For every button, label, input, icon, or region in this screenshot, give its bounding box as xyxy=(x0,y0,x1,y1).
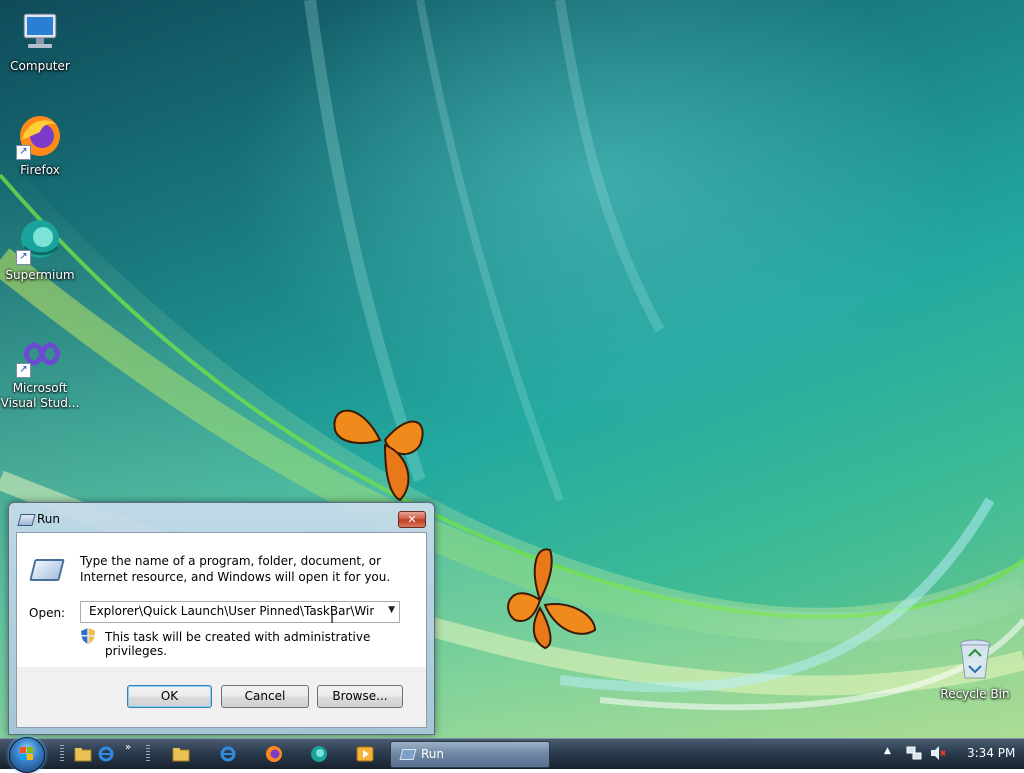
quick-launch-more-button[interactable]: » xyxy=(125,742,131,753)
dialog-content-area: Type the name of a program, folder, docu… xyxy=(17,533,426,667)
firefox-icon[interactable] xyxy=(265,745,283,763)
dropdown-arrow-icon[interactable]: ▼ xyxy=(388,605,395,615)
desktop-icon-label: Recycle Bin xyxy=(940,687,1010,701)
desktop-icon-label: Supermium xyxy=(5,268,75,282)
desktop-icon-computer[interactable]: Computer xyxy=(0,8,80,74)
supermium-icon: ↗ xyxy=(16,217,64,265)
desktop-icon-label: Firefox xyxy=(20,163,60,177)
explorer-icon[interactable] xyxy=(172,745,190,763)
internet-explorer-icon[interactable] xyxy=(97,745,115,763)
taskbar-button-run[interactable]: Run xyxy=(390,741,550,768)
dialog-description: Type the name of a program, folder, docu… xyxy=(80,554,391,584)
windows-logo-icon xyxy=(20,747,33,760)
toolbar-grip[interactable] xyxy=(146,745,150,763)
taskbar-button-label: Run xyxy=(421,747,445,761)
desktop-icon-visual-studio[interactable]: ↗ Microsoft Visual Stud... xyxy=(0,330,80,411)
volume-muted-icon[interactable] xyxy=(930,745,946,761)
desktop-icon-label: Microsoft Visual Stud... xyxy=(0,381,80,410)
shortcut-arrow-icon: ↗ xyxy=(16,145,31,160)
shortcut-arrow-icon: ↗ xyxy=(16,250,31,265)
desktop-icon-recycle-bin[interactable]: Recycle Bin xyxy=(935,636,1015,702)
run-icon xyxy=(17,514,36,526)
media-player-icon[interactable] xyxy=(356,745,374,763)
supermium-icon[interactable] xyxy=(310,745,328,763)
desktop-icon-firefox[interactable]: ↗ Firefox xyxy=(0,112,80,178)
firefox-icon: ↗ xyxy=(16,112,64,160)
browse-button[interactable]: Browse... xyxy=(317,685,403,708)
dialog-title: Run xyxy=(37,512,61,526)
uac-shield-icon xyxy=(81,628,95,644)
admin-privileges-note: This task will be created with administr… xyxy=(105,630,371,658)
dialog-body: Type the name of a program, folder, docu… xyxy=(16,532,427,728)
run-program-icon xyxy=(29,559,65,581)
recycle-bin-icon xyxy=(951,636,999,684)
tray-expand-button[interactable]: ▲ xyxy=(884,746,891,756)
open-label: Open: xyxy=(29,606,66,620)
desktop-icon-supermium[interactable]: ↗ Supermium xyxy=(0,217,80,283)
desktop-icon-label: Computer xyxy=(10,59,70,73)
text-cursor-icon: I xyxy=(330,611,335,627)
taskbar: » Run ▲ 3:34 PM xyxy=(0,738,1024,769)
open-combobox[interactable]: Explorer\Quick Launch\User Pinned\TaskBa… xyxy=(80,601,400,623)
run-icon xyxy=(399,749,417,760)
explorer-icon[interactable] xyxy=(74,745,92,763)
toolbar-grip[interactable] xyxy=(60,745,64,763)
computer-icon xyxy=(16,8,64,56)
network-icon[interactable] xyxy=(906,745,922,761)
run-dialog[interactable]: Run ✕ Type the name of a program, folder… xyxy=(8,502,435,735)
cancel-button[interactable]: Cancel xyxy=(221,685,309,708)
close-button[interactable]: ✕ xyxy=(398,511,426,528)
ok-button[interactable]: OK xyxy=(127,685,212,708)
clock[interactable]: 3:34 PM xyxy=(967,746,1015,760)
internet-explorer-icon[interactable] xyxy=(219,745,237,763)
shortcut-arrow-icon: ↗ xyxy=(16,363,31,378)
visual-studio-icon: ↗ xyxy=(16,330,64,378)
